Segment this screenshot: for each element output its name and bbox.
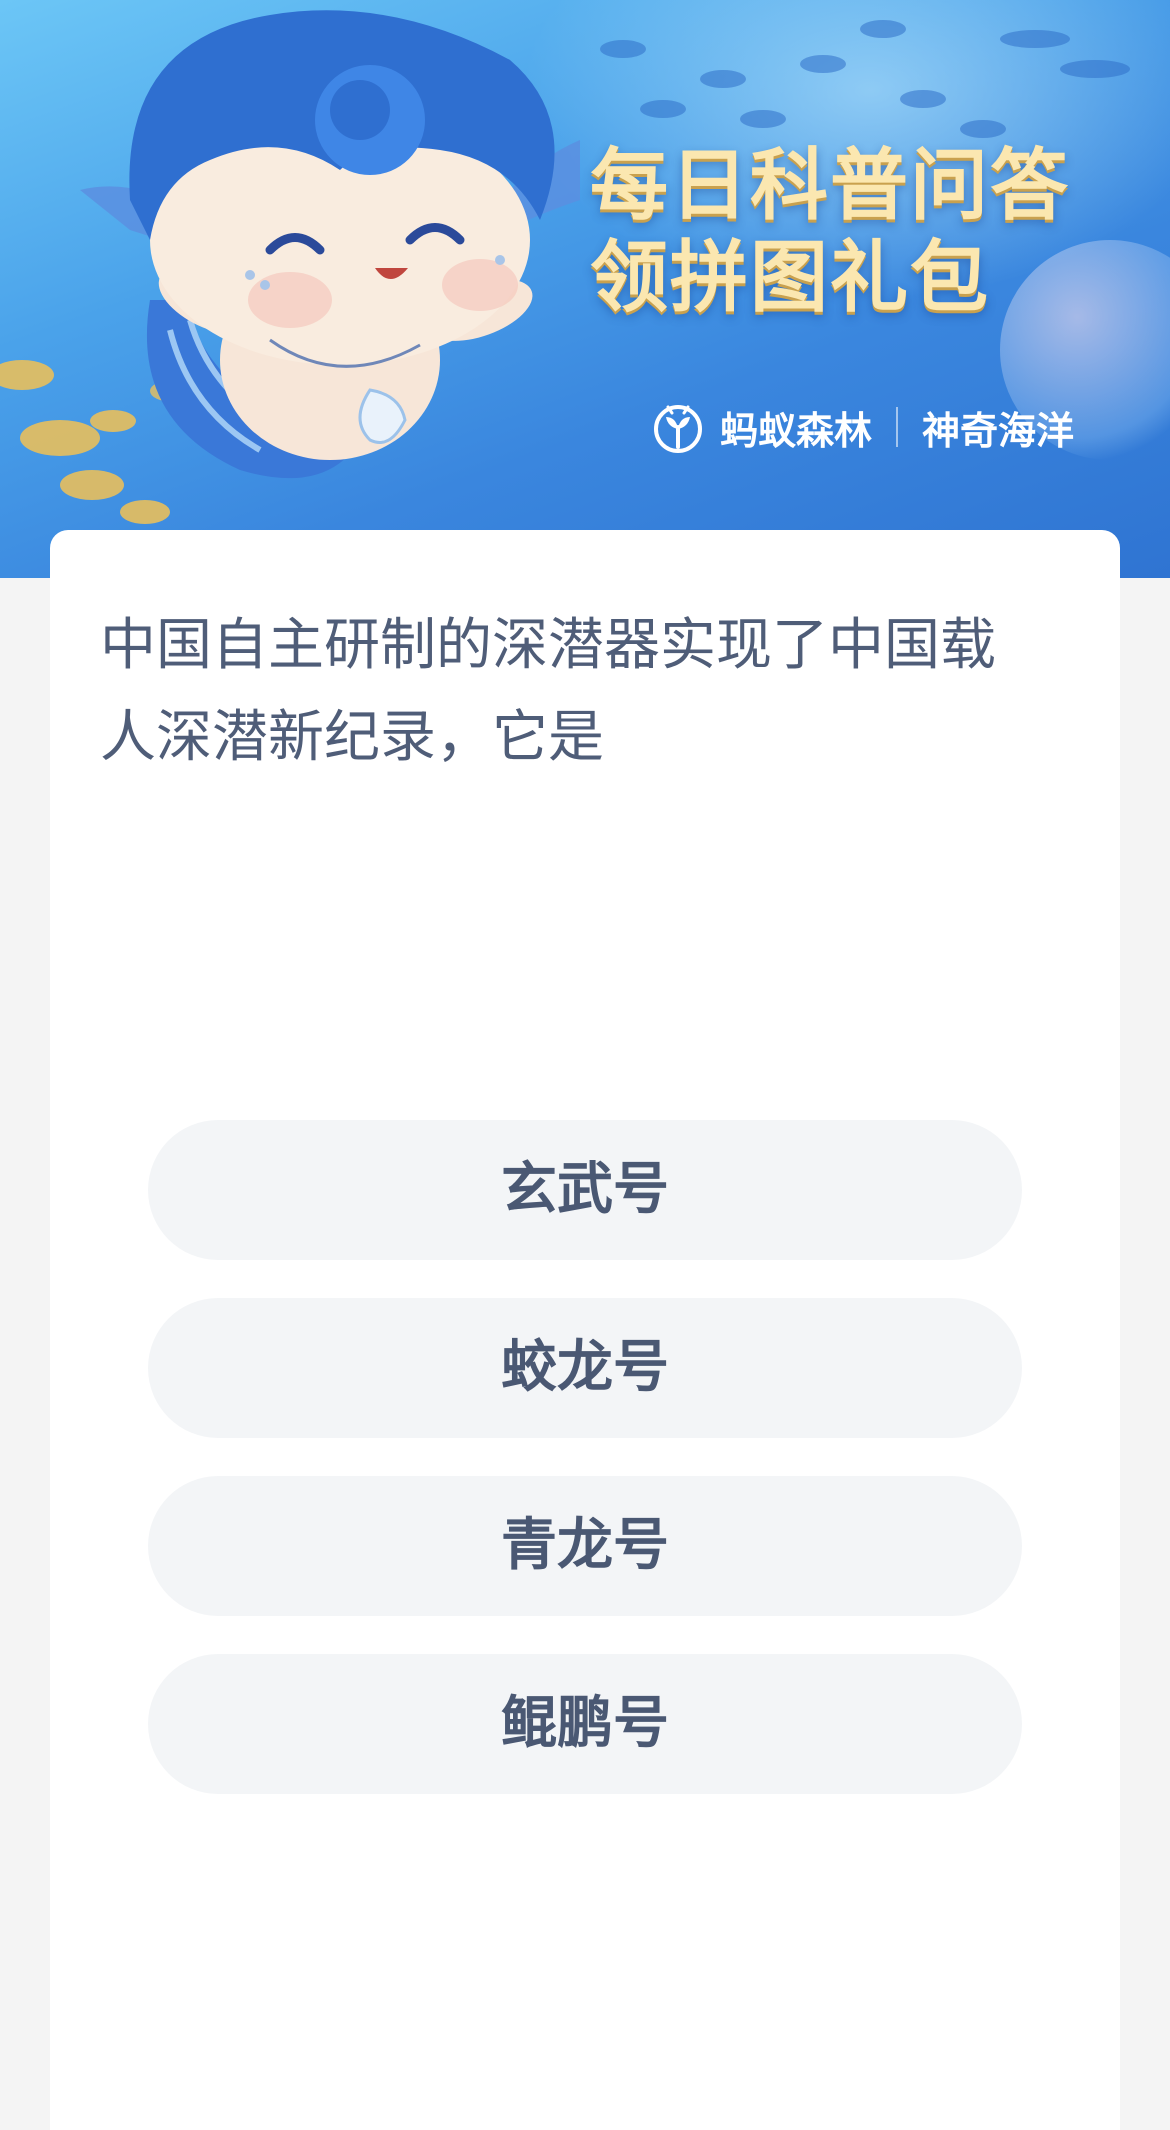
mermaid-mascot-icon: [80, 10, 580, 479]
answer-option[interactable]: 鲲鹏号: [148, 1654, 1022, 1794]
banner-title-line: 领拼图礼包: [590, 233, 991, 323]
answer-option[interactable]: 玄武号: [148, 1120, 1022, 1260]
brand-name: 蚂蚁森林: [720, 408, 873, 453]
answer-options: 玄武号 蛟龙号 青龙号 鲲鹏号: [148, 1120, 1022, 1832]
fish-icon: [800, 55, 846, 73]
answer-option[interactable]: 蛟龙号: [148, 1298, 1022, 1438]
fish-icon: [960, 120, 1006, 138]
fish-icon: [700, 70, 746, 88]
banner-title: 每日科普问答 领拼图礼包: [590, 140, 1130, 324]
answer-option[interactable]: 青龙号: [148, 1476, 1022, 1616]
header-banner: 每日科普问答 领拼图礼包 蚂蚁森林 神奇海洋: [0, 0, 1170, 578]
fish-icon: [1060, 60, 1130, 78]
fish-icon: [900, 90, 946, 108]
fish-icon: [860, 20, 906, 38]
brand-sub: 神奇海洋: [922, 408, 1075, 453]
fish-icon: [1000, 30, 1070, 48]
sprout-circle-icon: [654, 405, 702, 453]
fish-icon: [640, 100, 686, 118]
brand-strip: 蚂蚁森林 神奇海洋: [650, 392, 1074, 462]
banner-title-line: 每日科普问答: [590, 141, 1071, 231]
divider: [896, 407, 899, 447]
fish-icon: [740, 110, 786, 128]
question-text: 中国自主研制的深潜器实现了中国载人深潜新纪录，它是: [100, 613, 996, 770]
fish-icon: [600, 40, 646, 58]
